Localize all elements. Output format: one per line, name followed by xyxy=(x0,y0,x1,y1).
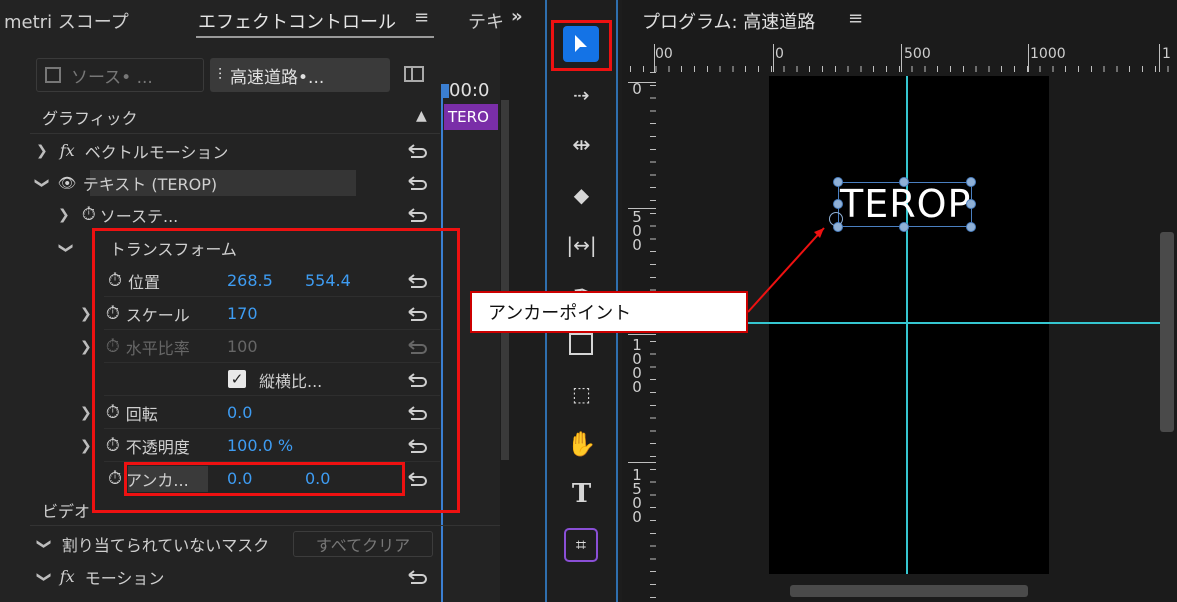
callout-box: アンカーポイント xyxy=(470,291,748,333)
callout-label: アンカーポイント xyxy=(488,303,632,324)
